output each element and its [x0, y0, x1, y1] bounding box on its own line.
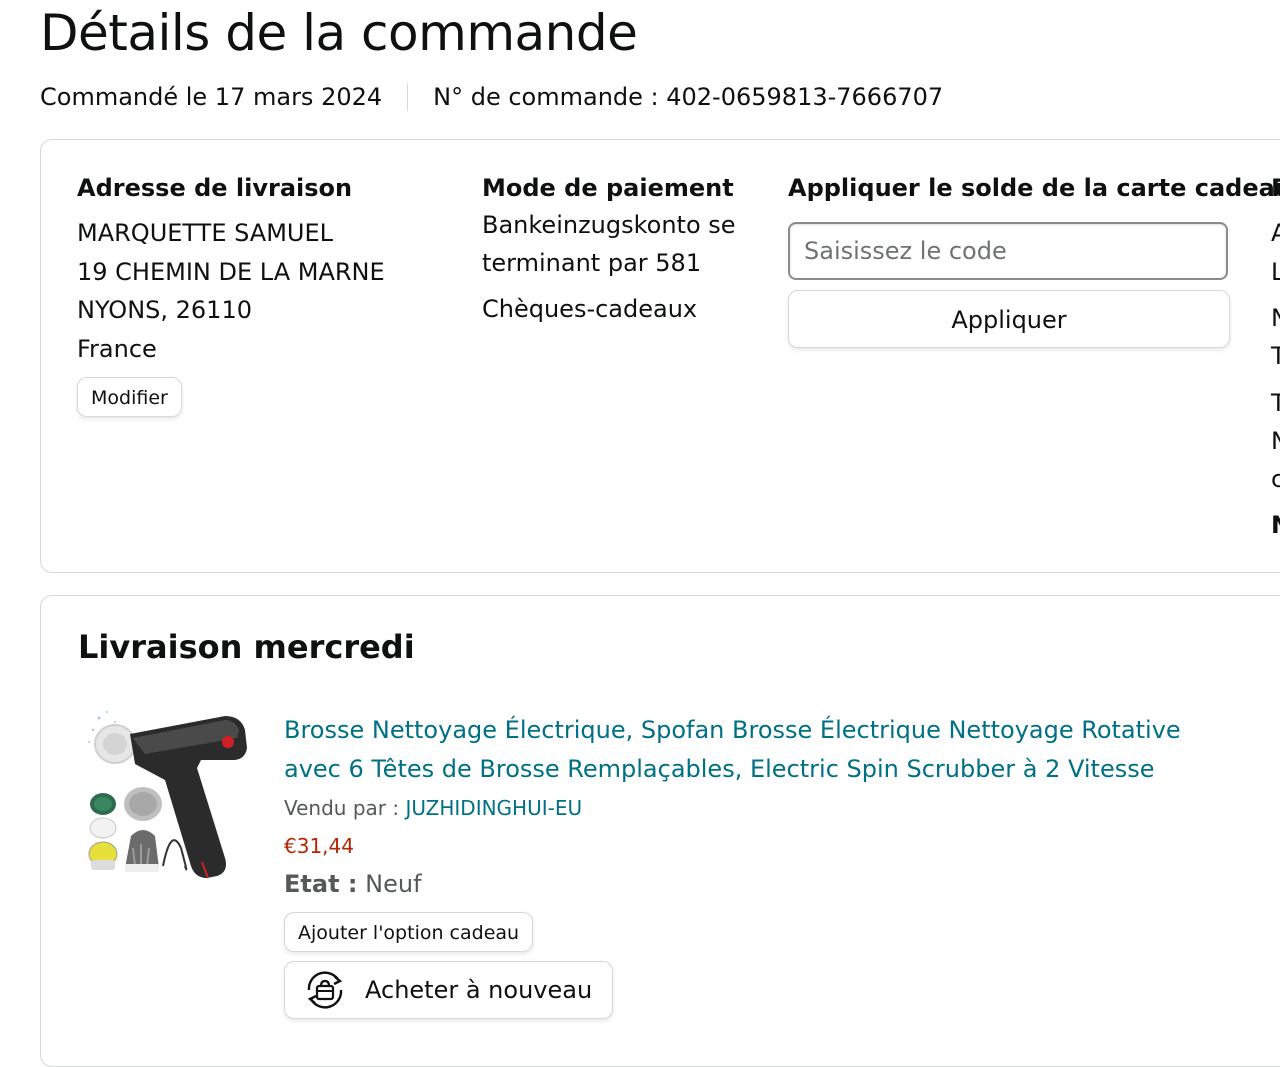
sold-by: Vendu par : JUZHIDINGHUI-EU — [284, 789, 1224, 827]
summary-line-8: N — [1271, 506, 1280, 544]
page-title: Détails de la commande — [40, 4, 638, 62]
summary-line-5: T — [1271, 384, 1280, 422]
summary-heading-fragment: R — [1271, 170, 1280, 206]
product-title-link[interactable]: Brosse Nettoyage Électrique, Spofan Bros… — [284, 711, 1224, 789]
order-info-box: Adresse de livraison MARQUETTE SAMUEL 19… — [40, 139, 1280, 573]
add-gift-option-button[interactable]: Ajouter l'option cadeau — [284, 912, 534, 952]
summary-line-6: N — [1271, 422, 1280, 460]
product-price: €31,44 — [284, 834, 354, 858]
gift-card-code-input[interactable] — [788, 222, 1228, 280]
product-condition: Etat : Neuf — [284, 865, 1224, 903]
order-date: Commandé le 17 mars 2024 — [40, 83, 383, 111]
shipping-name: MARQUETTE SAMUEL — [77, 219, 334, 247]
condition-label: Etat : — [284, 870, 358, 898]
shipping-address-section: Adresse de livraison MARQUETTE SAMUEL 19… — [77, 170, 457, 417]
apply-gift-card-button[interactable]: Appliquer — [788, 290, 1230, 348]
sold-by-label: Vendu par : — [284, 796, 400, 820]
summary-line-2: L — [1271, 253, 1280, 291]
summary-line-1: A — [1271, 214, 1280, 252]
gift-card-section: Appliquer le solde de la carte cadeau Ap… — [788, 170, 1280, 348]
buy-again-button[interactable]: Acheter à nouveau — [284, 961, 614, 1019]
shipping-street: 19 CHEMIN DE LA MARNE — [77, 257, 385, 286]
order-meta: Commandé le 17 mars 2024 N° de commande … — [40, 80, 943, 114]
shipping-city: NYONS, 26110 — [77, 296, 252, 324]
gift-card-heading: Appliquer le solde de la carte cadeau — [788, 174, 1280, 202]
payment-method-section: Mode de paiement Bankeinzugskonto se ter… — [482, 170, 752, 328]
payment-method-value: Bankeinzugskonto se terminant par 581 — [482, 211, 736, 277]
product-info: Brosse Nettoyage Électrique, Spofan Bros… — [284, 711, 1224, 1019]
shipping-address-heading: Adresse de livraison — [77, 174, 353, 202]
summary-line-7: c — [1271, 460, 1280, 498]
meta-divider — [407, 83, 409, 111]
shipment-box: Livraison mercredi Brosse Nettoyage Élec… — [40, 595, 1280, 1067]
product-image[interactable] — [85, 708, 265, 888]
edit-address-button[interactable]: Modifier — [77, 377, 182, 417]
buy-again-icon — [307, 971, 343, 1009]
gift-cards-label: Chèques-cadeaux — [482, 295, 698, 323]
delivery-date-heading: Livraison mercredi — [78, 628, 415, 666]
order-number: N° de commande : 402-0659813-7666707 — [433, 83, 944, 111]
shipping-country: France — [77, 334, 157, 363]
summary-line-3: N — [1271, 299, 1280, 337]
buy-again-label: Acheter à nouveau — [365, 976, 593, 1004]
payment-method-heading: Mode de paiement — [482, 174, 734, 202]
summary-line-4: T — [1271, 337, 1280, 375]
condition-value: Neuf — [365, 870, 422, 898]
seller-link[interactable]: JUZHIDINGHUI-EU — [405, 796, 582, 820]
